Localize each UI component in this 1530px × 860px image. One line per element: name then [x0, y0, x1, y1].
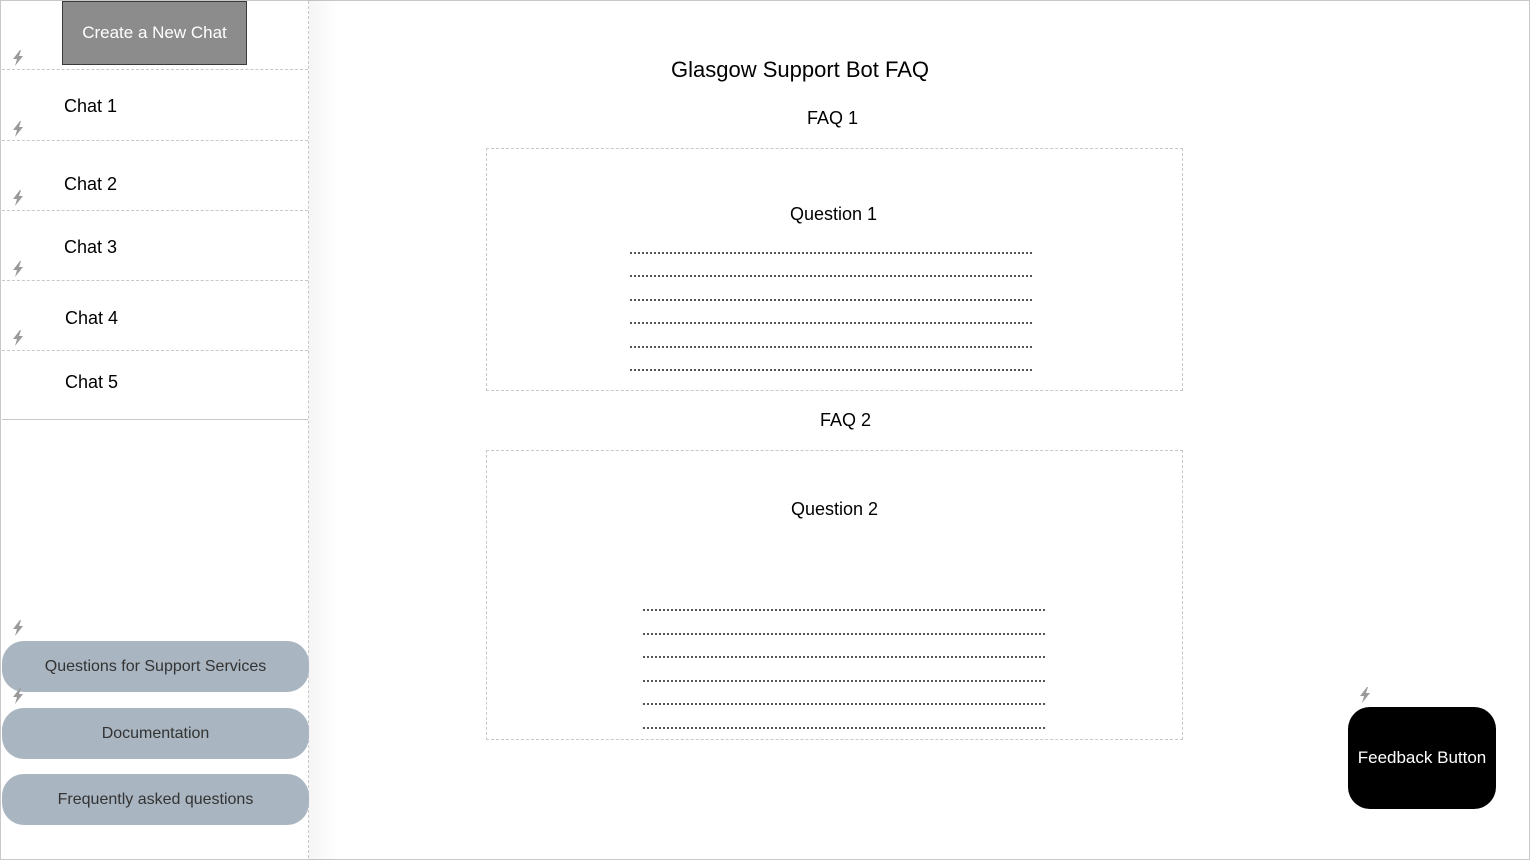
faq-card-1: Question 1	[486, 148, 1183, 391]
answer-line	[630, 275, 1032, 277]
answer-line	[643, 656, 1045, 658]
support-services-questions-button[interactable]: Questions for Support Services	[2, 641, 309, 692]
answer-line	[630, 252, 1032, 254]
answer-line	[643, 727, 1045, 729]
answer-line	[630, 369, 1032, 371]
faq-question-1[interactable]: Question 1	[790, 204, 877, 225]
lightning-bolt-icon	[12, 190, 24, 206]
lightning-bolt-icon	[1359, 687, 1371, 703]
chat-item-label: Chat 3	[64, 237, 118, 257]
chat-item-label: Chat 4	[65, 308, 119, 328]
sidebar-shadow	[309, 0, 339, 860]
lightning-bolt-icon	[12, 620, 24, 636]
chat-item-1[interactable]: Chat 1	[2, 69, 308, 140]
feedback-button[interactable]: Feedback Button	[1348, 707, 1496, 809]
answer-line	[643, 680, 1045, 682]
answer-line	[630, 299, 1032, 301]
chat-item-3[interactable]: Chat 3	[2, 210, 308, 280]
faq-card-2: Question 2	[486, 450, 1183, 740]
answer-line	[643, 609, 1045, 611]
chat-item-label: Chat 5	[65, 372, 119, 392]
lightning-bolt-icon	[12, 50, 24, 66]
faq-question-2[interactable]: Question 2	[791, 499, 878, 520]
lightning-bolt-icon	[12, 330, 24, 346]
answer-line	[643, 703, 1045, 705]
create-new-chat-button[interactable]: Create a New Chat	[62, 1, 247, 65]
answer-line	[643, 633, 1045, 635]
documentation-button[interactable]: Documentation	[2, 708, 309, 759]
chat-item-4[interactable]: Chat 4	[2, 280, 308, 350]
faq-heading-2: FAQ 2	[820, 410, 872, 430]
chat-item-5[interactable]: Chat 5	[2, 350, 308, 420]
lightning-bolt-icon	[12, 121, 24, 137]
lightning-bolt-icon	[12, 261, 24, 277]
lightning-bolt-icon	[12, 688, 24, 704]
answer-line	[630, 346, 1032, 348]
faq-heading-1: FAQ 1	[807, 108, 859, 128]
chat-item-2[interactable]: Chat 2	[2, 140, 308, 210]
answer-line	[630, 322, 1032, 324]
frequently-asked-questions-button[interactable]: Frequently asked questions	[2, 774, 309, 825]
chat-item-label: Chat 1	[64, 96, 118, 116]
chat-item-label: Chat 2	[64, 174, 118, 194]
page-title: Glasgow Support Bot FAQ	[671, 57, 930, 82]
